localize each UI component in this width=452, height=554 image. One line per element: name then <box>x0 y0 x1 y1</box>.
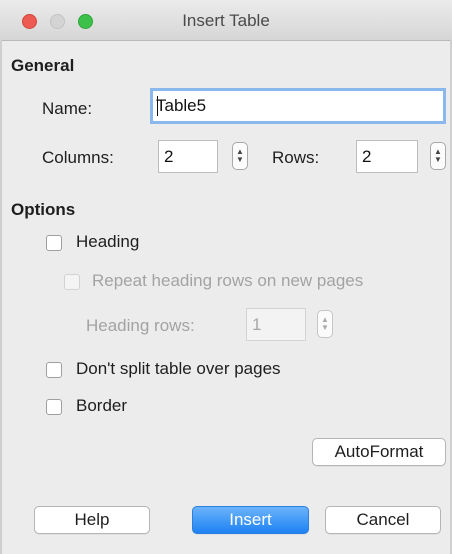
insert-button[interactable]: Insert <box>192 506 309 534</box>
name-field[interactable] <box>150 88 446 124</box>
columns-stepper[interactable]: ▲ ▼ <box>232 142 248 170</box>
help-button[interactable]: Help <box>34 506 150 534</box>
autoformat-button[interactable]: AutoFormat <box>312 438 446 466</box>
text-caret <box>157 96 158 116</box>
dont-split-checkbox[interactable] <box>46 362 62 378</box>
chevron-down-icon: ▼ <box>321 323 329 332</box>
repeat-heading-checkbox-label: Repeat heading rows on new pages <box>92 271 364 290</box>
dont-split-checkbox-label: Don't split table over pages <box>76 359 281 378</box>
left-border <box>0 40 2 554</box>
heading-rows-label: Heading rows: <box>86 316 195 335</box>
border-checkbox[interactable] <box>46 399 62 415</box>
repeat-heading-checkbox[interactable] <box>64 274 80 290</box>
columns-label: Columns: <box>42 148 114 167</box>
name-label: Name: <box>42 99 93 118</box>
cancel-button[interactable]: Cancel <box>325 506 441 534</box>
heading-rows-stepper[interactable]: ▲ ▼ <box>317 310 333 338</box>
options-heading: Options <box>11 200 76 219</box>
border-checkbox-label: Border <box>76 396 128 415</box>
columns-field[interactable] <box>158 140 218 173</box>
window-title: Insert Table <box>182 11 270 30</box>
chevron-down-icon: ▼ <box>434 155 442 164</box>
chevron-down-icon: ▼ <box>236 155 244 164</box>
heading-rows-field[interactable] <box>246 308 306 341</box>
title-bar: Insert Table <box>0 0 452 41</box>
rows-stepper[interactable]: ▲ ▼ <box>430 142 446 170</box>
general-heading: General <box>11 56 75 75</box>
heading-checkbox[interactable] <box>46 235 62 251</box>
rows-label: Rows: <box>272 148 320 167</box>
heading-checkbox-label: Heading <box>76 232 140 251</box>
rows-field[interactable] <box>356 140 418 173</box>
